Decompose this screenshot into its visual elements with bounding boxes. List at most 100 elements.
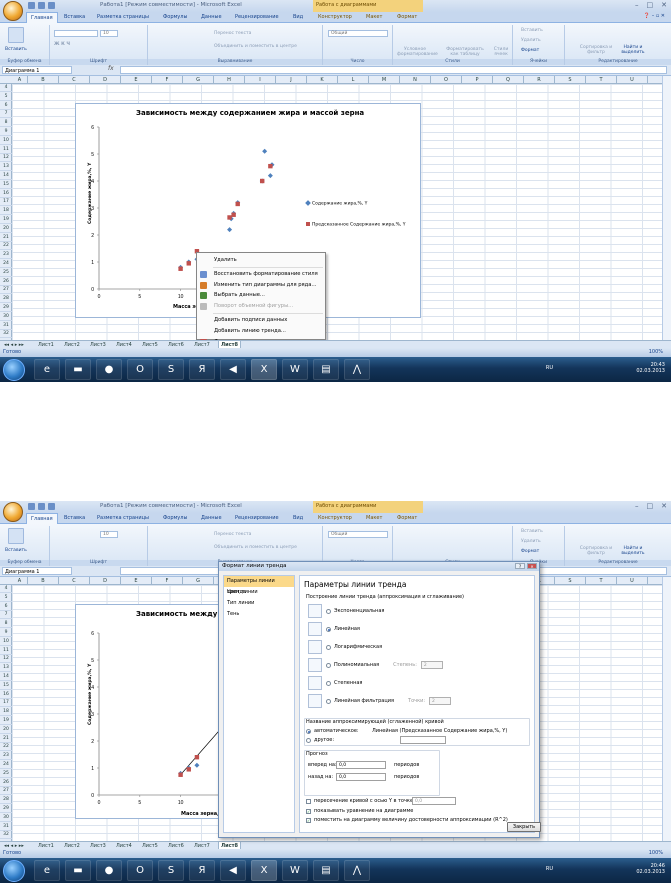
nav-trendline-options[interactable]: Параметры линии тренда xyxy=(224,576,294,595)
row-header[interactable]: 27 xyxy=(0,787,12,796)
insert-cells-button[interactable]: Вставить xyxy=(521,28,543,33)
backward-input[interactable]: 0,0 xyxy=(336,773,386,781)
row-header[interactable]: 16 xyxy=(0,691,12,699)
row-header[interactable]: 24 xyxy=(0,761,12,769)
y-tick-label[interactable]: 2 xyxy=(91,739,94,745)
legend[interactable]: Содержание жира,%, Y Предсказанное Содер… xyxy=(305,200,410,229)
tab-data[interactable]: Данные xyxy=(201,14,222,20)
tab-insert[interactable]: Вставка xyxy=(64,515,85,521)
row-header[interactable]: 15 xyxy=(0,181,12,189)
column-header[interactable]: D xyxy=(90,577,121,585)
maximize-icon[interactable]: □ xyxy=(647,1,654,9)
row-header[interactable]: 23 xyxy=(0,251,12,260)
tab-home[interactable]: Главная xyxy=(26,12,58,23)
word-icon[interactable]: W xyxy=(282,359,308,380)
sort-filter-button[interactable]: Сортировка и фильтр xyxy=(579,546,613,556)
column-header[interactable]: C xyxy=(59,577,90,585)
tab-format[interactable]: Формат xyxy=(397,515,417,521)
row-header[interactable]: 16 xyxy=(0,190,12,198)
y-tick-label[interactable]: 1 xyxy=(91,766,94,772)
tab-layout[interactable]: Макет xyxy=(366,14,382,20)
show-equation-checkbox[interactable]: ✓ показывать уравнение на диаграмме xyxy=(306,808,413,814)
format-cells-button[interactable]: Формат xyxy=(521,48,539,53)
menu-item[interactable]: Изменить тип диаграммы для ряда... xyxy=(197,280,325,291)
data-point-predicted[interactable] xyxy=(260,178,265,184)
folder-icon[interactable]: ▬ xyxy=(65,860,91,881)
data-point-fat[interactable] xyxy=(267,173,273,179)
row-header[interactable]: 17 xyxy=(0,198,12,207)
y-tick-label[interactable]: 4 xyxy=(91,179,94,185)
row-header[interactable]: 4 xyxy=(0,585,12,593)
find-select-button[interactable]: Найти и выделить xyxy=(617,546,649,556)
archive-icon[interactable]: ▤ xyxy=(313,860,339,881)
window-controls[interactable]: – □ ✕ xyxy=(635,502,667,510)
paste-icon[interactable] xyxy=(8,27,24,43)
row-header[interactable]: 6 xyxy=(0,603,12,611)
y-tick-label[interactable]: 6 xyxy=(91,125,94,131)
wrap-text-button[interactable]: Перенос текста xyxy=(214,532,251,537)
row-header[interactable]: 18 xyxy=(0,207,12,216)
x-tick-label[interactable]: 0 xyxy=(98,294,101,300)
intersect-input[interactable]: 0,0 xyxy=(412,797,456,805)
close-icon[interactable]: ✕ xyxy=(527,563,537,569)
number-format-box[interactable]: Общий xyxy=(328,30,388,37)
row-header[interactable]: 25 xyxy=(0,770,12,778)
row-header[interactable]: 8 xyxy=(0,620,12,629)
row-header[interactable]: 21 xyxy=(0,234,12,242)
quick-access-toolbar[interactable] xyxy=(28,2,55,9)
window-controls[interactable]: – □ ✕ xyxy=(635,1,667,9)
skype-icon[interactable]: S xyxy=(158,860,184,881)
menu-item[interactable]: Удалить xyxy=(197,255,325,266)
tab-page-layout[interactable]: Разметка страницы xyxy=(97,14,149,20)
y-tick-label[interactable]: 5 xyxy=(91,152,94,158)
trend-type-option[interactable]: Логарифмическая xyxy=(308,640,382,654)
insert-cells-button[interactable]: Вставить xyxy=(521,529,543,534)
row-header[interactable]: 22 xyxy=(0,743,12,752)
close-button[interactable]: Закрыть xyxy=(507,822,541,832)
row-header[interactable]: 31 xyxy=(0,823,12,831)
formula-input[interactable] xyxy=(120,66,667,74)
opera-icon[interactable]: O xyxy=(127,860,153,881)
x-tick-label[interactable]: 0 xyxy=(98,800,101,806)
context-menu[interactable]: Удалить Восстановить форматирование стиля… xyxy=(196,252,326,346)
office-button[interactable] xyxy=(3,502,23,522)
row-header[interactable]: 23 xyxy=(0,752,12,761)
column-header[interactable]: J xyxy=(276,76,307,84)
row-header[interactable]: 13 xyxy=(0,664,12,673)
data-point-predicted[interactable] xyxy=(227,215,232,220)
column-header[interactable]: P xyxy=(462,76,493,84)
data-point-predicted[interactable] xyxy=(194,755,200,760)
office-button[interactable] xyxy=(3,1,23,21)
menu-item[interactable]: Добавить линию тренда... xyxy=(197,326,325,337)
row-header[interactable]: 11 xyxy=(0,647,12,655)
column-header[interactable]: U xyxy=(617,76,648,84)
column-header[interactable]: B xyxy=(28,577,59,585)
menu-item[interactable]: Добавить подписи данных xyxy=(197,315,325,326)
skype-icon[interactable]: S xyxy=(158,359,184,380)
column-header[interactable]: B xyxy=(28,76,59,84)
name-auto-option[interactable]: автоматическое: xyxy=(306,728,359,734)
column-header[interactable]: S xyxy=(555,76,586,84)
zoom-level[interactable]: 100% xyxy=(649,349,663,355)
column-header[interactable]: E xyxy=(121,577,152,585)
row-header[interactable]: 4 xyxy=(0,84,12,92)
excel-icon[interactable]: X xyxy=(251,860,277,881)
firefox-icon[interactable]: ● xyxy=(96,860,122,881)
row-header[interactable]: 22 xyxy=(0,242,12,251)
column-header[interactable]: G xyxy=(183,577,214,585)
word-icon[interactable]: W xyxy=(282,860,308,881)
zoom-level[interactable]: 100% xyxy=(649,850,663,856)
fx-icon[interactable]: fx xyxy=(108,65,114,72)
legend-entry-predicted[interactable]: Предсказанное Содержание жира,%, Y xyxy=(306,221,410,229)
show-r2-checkbox[interactable]: ✓ поместить на диаграмму величину достове… xyxy=(306,817,508,823)
column-header[interactable]: K xyxy=(307,76,338,84)
tab-view[interactable]: Вид xyxy=(293,14,303,20)
column-header[interactable]: I xyxy=(245,76,276,84)
column-header[interactable]: F xyxy=(152,577,183,585)
row-header[interactable]: 31 xyxy=(0,322,12,330)
data-point-fat[interactable] xyxy=(262,148,268,154)
y-tick-label[interactable]: 2 xyxy=(91,233,94,239)
row-header[interactable]: 20 xyxy=(0,726,12,734)
data-point-predicted[interactable] xyxy=(231,212,236,217)
tab-layout[interactable]: Макет xyxy=(366,515,382,521)
